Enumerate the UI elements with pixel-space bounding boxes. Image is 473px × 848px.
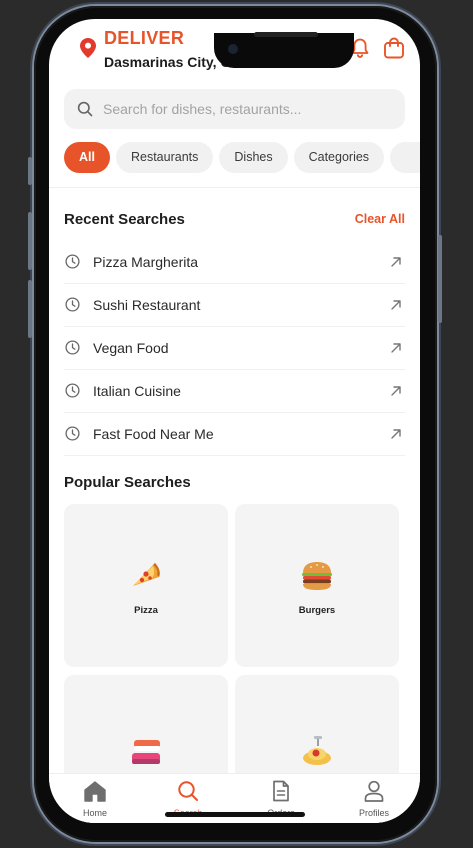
power-button: [438, 235, 442, 323]
notch: [214, 32, 354, 68]
chip-all[interactable]: All: [64, 142, 110, 173]
recent-search-item[interactable]: Italian Cuisine: [64, 370, 405, 413]
nav-home[interactable]: Home: [65, 780, 125, 818]
chip-categories[interactable]: Categories: [293, 142, 385, 173]
chip-restaurants[interactable]: Restaurants: [115, 142, 214, 173]
user-icon: [364, 780, 384, 802]
home-indicator[interactable]: [165, 812, 305, 817]
clock-icon: [65, 297, 80, 312]
chip-more[interactable]: [390, 142, 420, 173]
volume-down-button: [28, 280, 32, 338]
popular-searches-title: Popular Searches: [64, 474, 191, 491]
recent-search-label: Pizza Margherita: [93, 254, 199, 270]
shopping-bag-icon[interactable]: [383, 36, 405, 60]
recent-search-item[interactable]: Vegan Food: [64, 327, 405, 370]
pasta-icon: [303, 736, 331, 765]
popular-card-label: Burgers: [298, 605, 336, 616]
recent-searches-list: Pizza Margherita Sushi Restaurant Vegan …: [64, 241, 405, 456]
volume-up-button: [28, 212, 32, 270]
arrow-up-right-icon[interactable]: [390, 299, 402, 311]
sushi-icon: [132, 740, 160, 764]
home-icon: [84, 781, 106, 802]
burger-icon: [302, 562, 332, 590]
arrow-up-right-icon[interactable]: [390, 342, 402, 354]
clock-icon: [65, 254, 80, 269]
arrow-up-right-icon[interactable]: [390, 256, 402, 268]
divider: [49, 187, 420, 188]
nav-label: Home: [82, 808, 107, 818]
filter-chips: All Restaurants Dishes Categories: [64, 142, 420, 173]
pizza-icon: [133, 563, 160, 586]
popular-card-label: Pizza: [134, 605, 158, 616]
recent-search-item[interactable]: Sushi Restaurant: [64, 284, 405, 327]
app-screen: DELIVER Dasmarinas City, Cavite AllResta…: [49, 19, 420, 823]
deliver-label: DELIVER: [104, 28, 185, 48]
recent-search-item[interactable]: Fast Food Near Me: [64, 413, 405, 456]
popular-card-pizza[interactable]: Pizza: [64, 504, 228, 667]
recent-search-label: Italian Cuisine: [93, 383, 181, 399]
recent-search-label: Sushi Restaurant: [93, 297, 201, 313]
search-icon: [77, 101, 93, 117]
clock-icon: [65, 426, 80, 441]
arrow-up-right-icon[interactable]: [390, 385, 402, 397]
location-pin-icon[interactable]: [80, 38, 96, 58]
recent-searches-title: Recent Searches: [64, 211, 185, 228]
nav-label: Profiles: [358, 808, 389, 818]
clock-icon: [65, 383, 80, 398]
recent-search-label: Fast Food Near Me: [93, 426, 214, 442]
search-icon: [178, 781, 198, 801]
chip-dishes[interactable]: Dishes: [219, 142, 288, 173]
silent-switch: [28, 157, 32, 185]
clock-icon: [65, 340, 80, 355]
recent-search-item[interactable]: Pizza Margherita: [64, 241, 405, 284]
search-bar[interactable]: [64, 89, 405, 129]
nav-profiles[interactable]: Profiles: [344, 780, 404, 818]
search-input[interactable]: [101, 100, 385, 118]
popular-card-burgers[interactable]: Burgers: [235, 504, 399, 667]
recent-search-label: Vegan Food: [93, 340, 169, 356]
clear-all-button[interactable]: Clear All: [355, 212, 405, 226]
arrow-up-right-icon[interactable]: [390, 428, 402, 440]
document-icon: [273, 780, 289, 802]
